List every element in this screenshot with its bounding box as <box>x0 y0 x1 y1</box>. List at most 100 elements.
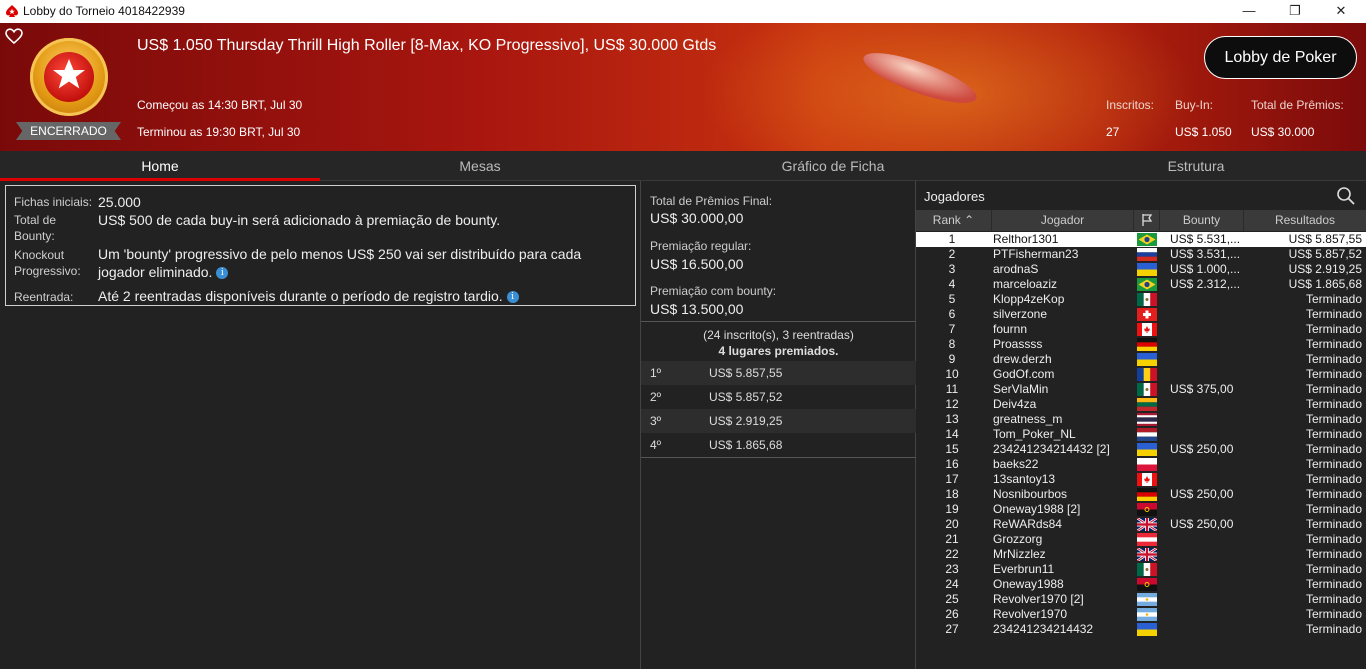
player-row[interactable]: 19 Oneway1988 [2] Terminado <box>916 502 1366 517</box>
player-row[interactable]: 20 ReWARds84 US$ 250,00 Terminado <box>916 517 1366 532</box>
rank-column-header[interactable]: Rank ⌃ <box>916 210 992 231</box>
tab-home[interactable]: Home <box>0 151 320 181</box>
player-result: US$ 5.857,52 <box>1288 247 1362 261</box>
tab-structure[interactable]: Estrutura <box>1026 151 1366 181</box>
player-name: Everbrun11 <box>993 562 1055 576</box>
tab-chip-graph[interactable]: Gráfico de Ficha <box>640 151 1026 181</box>
player-row[interactable]: 22 MrNizzlez Terminado <box>916 547 1366 562</box>
player-row[interactable]: 6 silverzone Terminado <box>916 307 1366 322</box>
restore-icon[interactable]: ❐ <box>1272 0 1318 23</box>
player-bounty: US$ 2.312,... <box>1170 277 1241 291</box>
player-rank: 14 <box>945 427 959 441</box>
player-row[interactable]: 12 Deiv4za Terminado <box>916 397 1366 412</box>
player-row[interactable]: 17 13santoy13 Terminado <box>916 472 1366 487</box>
player-rank: 6 <box>948 307 956 321</box>
minimize-icon[interactable]: — <box>1226 0 1272 23</box>
rank-header-label: Rank <box>932 213 961 227</box>
player-row[interactable]: 4 marceloaziz US$ 2.312,... US$ 1.865,68 <box>916 277 1366 292</box>
prize-place-row: 1º US$ 5.857,55 <box>641 361 916 385</box>
player-name: marceloaziz <box>993 277 1058 291</box>
place-position: 1º <box>650 366 662 380</box>
tournament-title: US$ 1.050 Thursday Thrill High Roller [8… <box>137 37 717 54</box>
player-rank: 9 <box>948 352 956 366</box>
player-rank: 7 <box>948 322 956 336</box>
knockout-text: Um 'bounty' progressivo de pelo menos US… <box>98 246 582 280</box>
players-heading: Jogadores <box>924 189 985 204</box>
player-row[interactable]: 27 234241234214432 Terminado <box>916 622 1366 637</box>
player-bounty: US$ 250,00 <box>1170 487 1234 501</box>
tournament-badge-icon <box>30 38 108 116</box>
player-row[interactable]: 11 SerVlaMin US$ 375,00 Terminado <box>916 382 1366 397</box>
player-row[interactable]: 8 Proassss Terminado <box>916 337 1366 352</box>
player-name: baeks22 <box>993 457 1039 471</box>
player-result: Terminado <box>1305 532 1362 546</box>
player-row[interactable]: 9 drew.derzh Terminado <box>916 352 1366 367</box>
player-row[interactable]: 25 Revolver1970 [2] Terminado <box>916 592 1366 607</box>
prize-label: Total de Prêmios: <box>1251 98 1344 112</box>
country-flag-icon <box>1137 398 1157 411</box>
player-row[interactable]: 5 Klopp4zeKop Terminado <box>916 292 1366 307</box>
favorite-heart-icon[interactable] <box>4 26 24 46</box>
country-flag-icon <box>1137 368 1157 381</box>
player-rank: 18 <box>945 487 959 501</box>
flag-column-header[interactable] <box>1134 210 1160 231</box>
player-result: Terminado <box>1305 292 1362 306</box>
player-column-header[interactable]: Jogador <box>992 210 1134 231</box>
player-row[interactable]: 7 fournn Terminado <box>916 322 1366 337</box>
player-name: Deiv4za <box>993 397 1037 411</box>
player-name: Klopp4zeKop <box>993 292 1065 306</box>
bounty-total-value: US$ 500 de cada buy-in será adicionado à… <box>98 212 501 228</box>
player-result: Terminado <box>1305 307 1362 321</box>
final-prize-label: Total de Prêmios Final: <box>650 194 773 208</box>
player-row[interactable]: 13 greatness_m Terminado <box>916 412 1366 427</box>
poker-lobby-button[interactable]: Lobby de Poker <box>1204 36 1357 79</box>
player-name: Tom_Poker_NL <box>993 427 1076 441</box>
player-rank: 8 <box>948 337 956 351</box>
player-row[interactable]: 24 Oneway1988 Terminado <box>916 577 1366 592</box>
player-rank: 16 <box>945 457 959 471</box>
player-name: 234241234214432 [2] <box>993 442 1110 456</box>
end-time: Terminou as 19:30 BRT, Jul 30 <box>137 125 301 139</box>
divider <box>641 457 916 458</box>
flag-icon <box>1141 214 1152 226</box>
player-bounty: US$ 250,00 <box>1170 442 1234 456</box>
player-rank: 3 <box>948 262 956 276</box>
player-result: US$ 5.857,55 <box>1288 232 1362 246</box>
tournament-header: ENCERRADO US$ 1.050 Thursday Thrill High… <box>0 23 1366 151</box>
player-result: Terminado <box>1305 517 1362 531</box>
player-row[interactable]: 14 Tom_Poker_NL Terminado <box>916 427 1366 442</box>
close-icon[interactable]: ✕ <box>1318 0 1364 23</box>
player-row[interactable]: 1 Relthor1301 US$ 5.531,... US$ 5.857,55 <box>916 232 1366 247</box>
player-result: Terminado <box>1305 592 1362 606</box>
player-row[interactable]: 10 GodOf.com Terminado <box>916 367 1366 382</box>
players-panel: Jogadores Rank ⌃ Jogador Bounty Resultad… <box>916 181 1366 669</box>
player-row[interactable]: 18 Nosnibourbos US$ 250,00 Terminado <box>916 487 1366 502</box>
player-row[interactable]: 2 PTFisherman23 US$ 3.531,... US$ 5.857,52 <box>916 247 1366 262</box>
player-name: 234241234214432 <box>993 622 1094 636</box>
country-flag-icon <box>1137 428 1157 441</box>
bounty-column-header[interactable]: Bounty <box>1160 210 1244 231</box>
player-bounty: US$ 1.000,... <box>1170 262 1241 276</box>
buyin-label: Buy-In: <box>1175 98 1214 112</box>
regular-prize-value: US$ 16.500,00 <box>650 256 744 272</box>
player-row[interactable]: 21 Grozzorg Terminado <box>916 532 1366 547</box>
tab-tables[interactable]: Mesas <box>320 151 640 181</box>
player-row[interactable]: 3 arodnaS US$ 1.000,... US$ 2.919,25 <box>916 262 1366 277</box>
player-rank: 26 <box>945 607 959 621</box>
player-result: Terminado <box>1305 352 1362 366</box>
results-column-header[interactable]: Resultados <box>1244 210 1366 231</box>
place-amount: US$ 5.857,55 <box>709 366 783 380</box>
info-icon[interactable]: i <box>506 291 519 304</box>
player-row[interactable]: 26 Revolver1970 Terminado <box>916 607 1366 622</box>
bounty-prize-label: Premiação com bounty: <box>650 284 777 298</box>
regular-prize-label: Premiação regular: <box>650 239 752 253</box>
player-row[interactable]: 15 234241234214432 [2] US$ 250,00 Terminado <box>916 442 1366 457</box>
player-result: US$ 2.919,25 <box>1288 262 1362 276</box>
title-bar: Lobby do Torneio 4018422939 — ❐ ✕ <box>0 0 1366 23</box>
player-row[interactable]: 23 Everbrun11 Terminado <box>916 562 1366 577</box>
player-result: Terminado <box>1305 337 1362 351</box>
player-row[interactable]: 16 baeks22 Terminado <box>916 457 1366 472</box>
player-rank: 20 <box>945 517 959 531</box>
info-icon[interactable]: i <box>216 267 229 280</box>
search-icon[interactable] <box>1336 186 1356 206</box>
